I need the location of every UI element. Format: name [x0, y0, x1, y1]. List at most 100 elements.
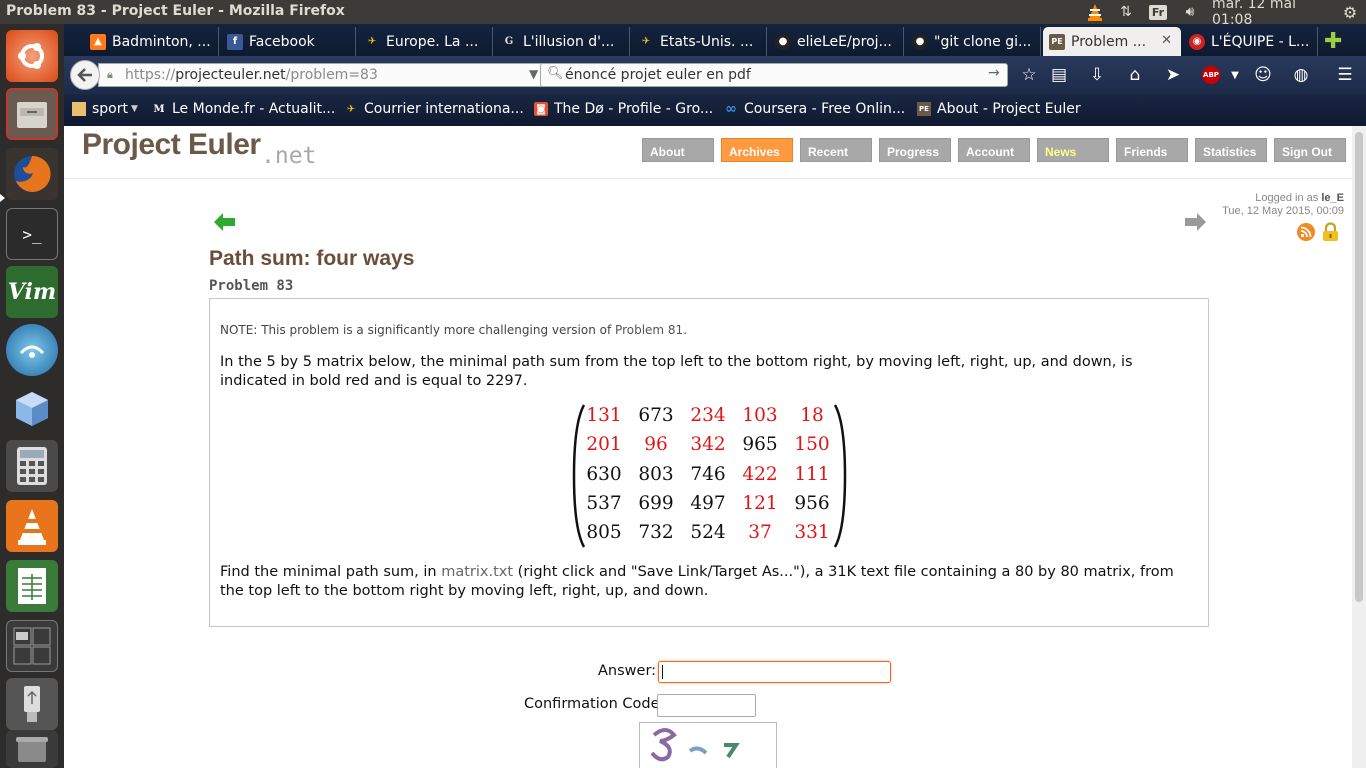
- tab-github-project[interactable]: ● elieLeE/proj...: [769, 27, 904, 56]
- vim-icon[interactable]: Vim: [6, 266, 58, 318]
- url-text: https://projecteuler.net/problem=83: [125, 67, 378, 83]
- firefox-icon[interactable]: [6, 148, 58, 200]
- lock-icon: 🔒︎: [107, 68, 113, 81]
- tab-etats-unis[interactable]: ✈ Etats-Unis. ...: [632, 27, 767, 56]
- back-button[interactable]: [70, 60, 100, 90]
- padlock-icon[interactable]: [1322, 222, 1339, 246]
- menu-account[interactable]: Account: [958, 138, 1030, 162]
- rss-icon[interactable]: [1297, 223, 1315, 241]
- site-header: Project Euler .net About Archives Recent…: [64, 126, 1352, 179]
- confirmation-code-input[interactable]: [657, 694, 756, 717]
- problem-content-box: NOTE: This problem is a significantly mo…: [209, 298, 1209, 627]
- ubuntu-dash-icon[interactable]: [6, 30, 58, 82]
- addon-icon[interactable]: ◍: [1290, 65, 1312, 85]
- tab-bar: ▲ Badminton, ... f Facebook ✈ Europe. La…: [64, 24, 1366, 56]
- bookmark-about-project-euler[interactable]: PE About - Project Euler: [917, 101, 1081, 117]
- bookmark-star-icon[interactable]: ☆: [1018, 65, 1040, 85]
- project-euler-favicon-icon: PE: [1049, 33, 1065, 50]
- usb-drive-icon[interactable]: [6, 678, 58, 730]
- top-panel: Problem 83 - Project Euler - Mozilla Fir…: [0, 0, 1366, 28]
- search-bar[interactable]: 🔍︎ énoncé projet euler en pdf →: [540, 63, 1008, 87]
- problem-number: Problem 83: [209, 278, 294, 294]
- downloads-icon[interactable]: ⇩: [1086, 65, 1108, 85]
- url-bar[interactable]: 🔒︎ https://projecteuler.net/problem=83 ▼…: [98, 63, 594, 87]
- scrollbar-thumb[interactable]: [1355, 132, 1363, 602]
- matrix-right-bracket: [833, 404, 847, 548]
- matrix-cell: 422: [742, 464, 778, 485]
- bookmark-courrier-international[interactable]: ✈ Courrier internationa...: [344, 101, 524, 117]
- matrix-cell: 331: [794, 522, 830, 543]
- files-icon[interactable]: [6, 88, 58, 140]
- adblock-icon[interactable]: ABP: [1200, 65, 1222, 85]
- menu-recent[interactable]: Recent: [800, 138, 872, 162]
- bookmark-the-do[interactable]: ◙ The Dø - Profile - Gro...: [534, 101, 713, 117]
- terminal-icon[interactable]: >_: [6, 208, 58, 260]
- next-problem-arrow-icon[interactable]: [1184, 213, 1206, 235]
- tab-europe[interactable]: ✈ Europe. La ...: [358, 27, 493, 56]
- illusion-favicon-icon: G: [504, 36, 514, 47]
- url-history-dropdown-icon[interactable]: ▼: [529, 67, 538, 81]
- virtualbox-icon[interactable]: [6, 382, 58, 434]
- matrix-cell: 746: [690, 464, 726, 485]
- home-icon[interactable]: ⌂: [1124, 65, 1146, 85]
- site-logo[interactable]: Project Euler: [82, 128, 261, 162]
- close-tab-icon[interactable]: ✕: [1161, 33, 1172, 48]
- navigation-bar: 🔒︎ https://projecteuler.net/problem=83 ▼…: [64, 56, 1366, 94]
- matrix-cell: 18: [800, 405, 824, 426]
- bookmark-le-monde[interactable]: M Le Monde.fr - Actualit...: [152, 101, 335, 117]
- answer-input[interactable]: [658, 661, 891, 683]
- menu-archives[interactable]: Archives: [721, 138, 793, 162]
- courrier-favicon-icon: ✈: [641, 36, 651, 47]
- share-icon[interactable]: ➤: [1162, 65, 1184, 85]
- coursera-favicon-icon: ∞: [725, 101, 737, 117]
- menu-statistics[interactable]: Statistics: [1195, 138, 1267, 162]
- matrix-cell: 342: [690, 434, 726, 455]
- workspace-switcher-icon[interactable]: [6, 620, 58, 672]
- volume-icon[interactable]: 🔊︎: [1179, 2, 1201, 22]
- tab-illusion[interactable]: G L'illusion d'...: [495, 27, 630, 56]
- menu-sign-out[interactable]: Sign Out: [1274, 138, 1346, 162]
- problem-81-link[interactable]: Problem 81: [615, 323, 683, 337]
- bookmark-sport[interactable]: sport ▼: [72, 101, 138, 117]
- bookmarks-bar: sport ▼ M Le Monde.fr - Actualit... ✈ Cou…: [64, 94, 1366, 126]
- trash-icon[interactable]: [6, 730, 58, 768]
- menu-friends[interactable]: Friends: [1116, 138, 1188, 162]
- bookmark-coursera[interactable]: ∞ Coursera - Free Onlin...: [724, 101, 905, 117]
- courrier-favicon-icon: ✈: [367, 36, 377, 47]
- vlc-tray-icon[interactable]: [1086, 2, 1104, 22]
- reading-list-icon[interactable]: ▤: [1048, 65, 1070, 85]
- keyboard-layout-indicator[interactable]: Fr: [1148, 2, 1168, 22]
- matrix-cell: 37: [748, 522, 772, 543]
- tab-equipe[interactable]: ◉ L'ÉQUIPE - L...: [1183, 27, 1318, 56]
- network-manager-icon[interactable]: [6, 324, 58, 376]
- menu-news[interactable]: News: [1037, 138, 1109, 162]
- matrix-cell: 956: [794, 493, 830, 514]
- adblock-dropdown-icon[interactable]: ▼: [1224, 65, 1246, 85]
- network-icon[interactable]: ⇅: [1117, 2, 1135, 22]
- tab-problem-83[interactable]: PE Problem ... ✕: [1043, 27, 1181, 56]
- search-go-arrow-icon[interactable]: →: [988, 65, 1000, 81]
- clock[interactable]: mar. 12 mai 01:08: [1212, 0, 1330, 28]
- page-scrollbar[interactable]: [1352, 126, 1366, 768]
- text-caret: [662, 665, 663, 679]
- matrix-file-link[interactable]: matrix.txt: [441, 564, 513, 580]
- vlc-icon[interactable]: [6, 500, 58, 552]
- matrix-cell: 96: [644, 434, 668, 455]
- tab-facebook[interactable]: f Facebook: [221, 27, 356, 56]
- new-tab-plus-icon[interactable]: ✚: [1324, 29, 1342, 54]
- chat-icon[interactable]: ☺: [1252, 65, 1274, 85]
- previous-problem-arrow-icon[interactable]: [214, 213, 236, 235]
- matrix-cell: 121: [742, 493, 778, 514]
- search-input: énoncé projet euler en pdf: [565, 67, 751, 83]
- github-favicon-icon: ●: [912, 33, 928, 50]
- menu-hamburger-icon[interactable]: ☰: [1334, 65, 1356, 85]
- calculator-icon[interactable]: [6, 440, 58, 492]
- tab-git-clone[interactable]: ● "git clone gi...: [906, 27, 1041, 56]
- settings-gear-icon[interactable]: ⚙: [1340, 2, 1360, 22]
- tab-badminton[interactable]: ▲ Badminton, ...: [84, 27, 219, 56]
- example-matrix: 131 673 234 103 18 201 96 342 965 150 630 803 746 422…: [572, 403, 847, 549]
- le-monde-favicon-icon: M: [153, 103, 165, 115]
- menu-progress[interactable]: Progress: [879, 138, 951, 162]
- menu-about[interactable]: About: [642, 138, 714, 162]
- spreadsheet-icon[interactable]: [6, 560, 58, 612]
